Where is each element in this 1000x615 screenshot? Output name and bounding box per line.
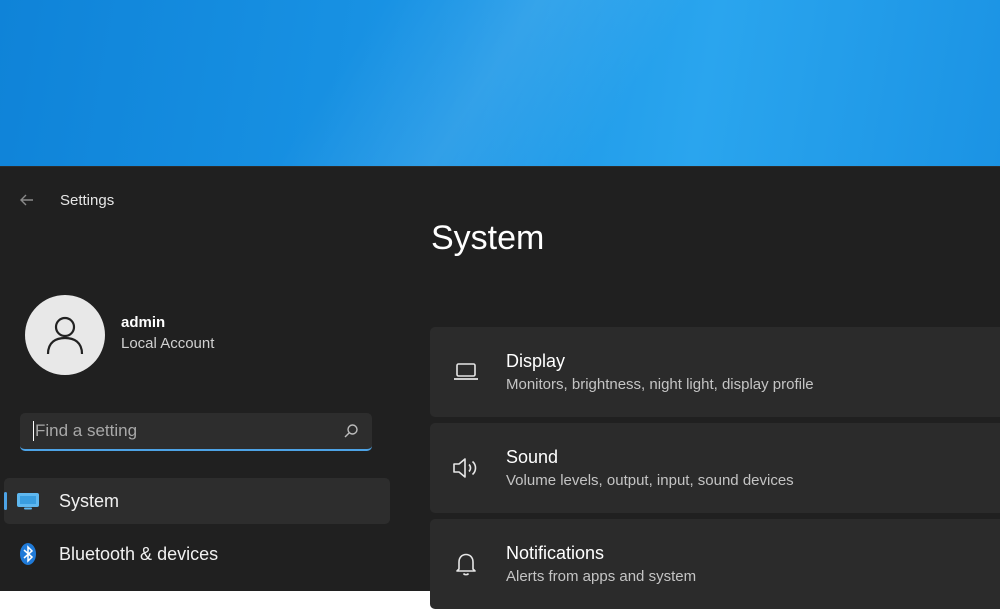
avatar[interactable] [25, 295, 105, 375]
settings-window: Settings System admin Local Account Find… [0, 166, 1000, 609]
card-text: Display Monitors, brightness, night ligh… [506, 351, 814, 393]
desktop-wallpaper [0, 0, 1000, 170]
card-title: Sound [506, 447, 559, 467]
profile-name: admin [121, 314, 166, 331]
card-display[interactable]: Display Monitors, brightness, night ligh… [430, 327, 1000, 417]
bluetooth-icon [16, 542, 40, 566]
card-description: Alerts from apps and system [506, 568, 697, 585]
back-arrow-icon [20, 194, 33, 206]
app-title: Settings [60, 191, 115, 209]
card-sound[interactable]: Sound Volume levels, output, input, soun… [430, 423, 1000, 513]
active-indicator [4, 492, 7, 510]
sidebar-item-label: Bluetooth & devices [59, 543, 219, 564]
back-button[interactable] [16, 189, 38, 211]
settings-cards: Display Monitors, brightness, night ligh… [430, 327, 1000, 615]
search-box[interactable] [20, 413, 372, 451]
page-title: System [431, 219, 545, 257]
sidebar-nav: System Bluetooth & devices [4, 478, 390, 584]
card-description: Monitors, brightness, night light, displ… [506, 376, 814, 393]
search-input[interactable] [34, 421, 342, 441]
user-icon [46, 316, 84, 355]
card-description: Volume levels, output, input, sound devi… [506, 472, 794, 489]
card-title: Display [506, 351, 566, 371]
profile-account-type: Local Account [121, 335, 215, 352]
title-bar: Settings [0, 185, 114, 215]
card-text: Notifications Alerts from apps and syste… [506, 543, 696, 585]
bell-icon [451, 549, 481, 579]
card-title: Notifications [506, 543, 605, 563]
card-text: Sound Volume levels, output, input, soun… [506, 447, 794, 489]
card-notifications[interactable]: Notifications Alerts from apps and syste… [430, 519, 1000, 609]
laptop-icon [451, 357, 481, 387]
search-icon[interactable] [342, 422, 360, 440]
wallpaper-light-streak [164, 0, 796, 170]
sidebar-item-system[interactable]: System [4, 478, 390, 524]
sidebar-item-bluetooth[interactable]: Bluetooth & devices [4, 531, 390, 577]
speaker-icon [451, 453, 481, 483]
profile-text: admin Local Account [121, 314, 214, 352]
sidebar-item-label: System [59, 490, 120, 511]
user-profile[interactable]: admin Local Account [25, 295, 214, 375]
monitor-icon [16, 489, 40, 513]
